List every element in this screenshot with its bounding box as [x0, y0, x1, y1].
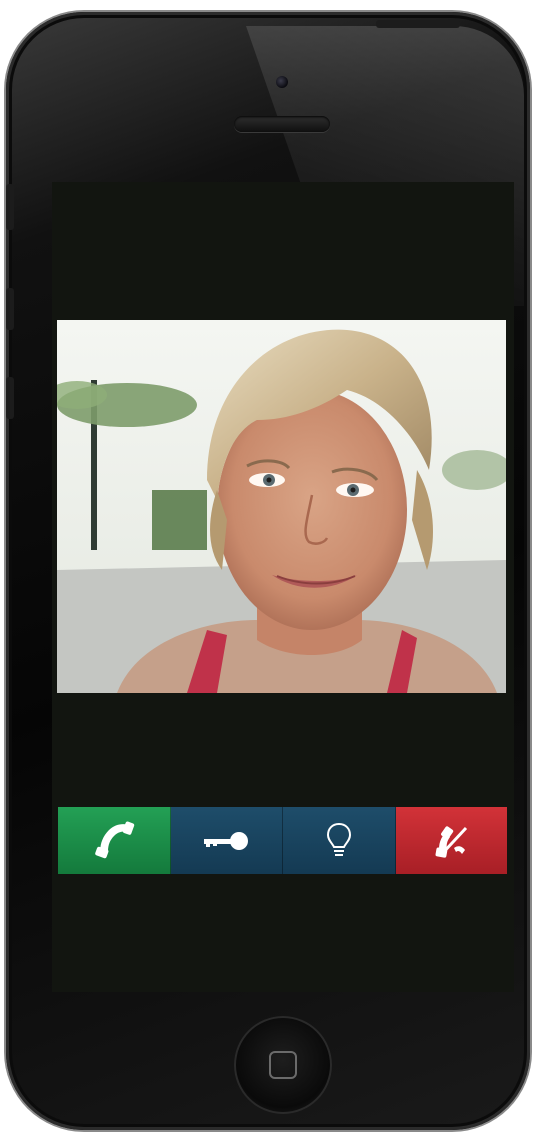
phone-hangup-icon	[435, 825, 468, 858]
light-bulb-icon	[326, 822, 351, 856]
home-button[interactable]	[234, 1016, 332, 1114]
power-button	[376, 20, 460, 28]
video-feed-image	[57, 320, 506, 693]
open-door-button[interactable]	[170, 807, 283, 874]
volume-down-button	[6, 377, 14, 419]
screen	[52, 182, 514, 992]
call-controls	[58, 807, 507, 874]
phone-frame	[6, 12, 530, 1130]
mute-switch	[6, 184, 14, 230]
key-icon	[204, 831, 249, 850]
earpiece-speaker	[234, 116, 330, 132]
answer-call-button[interactable]	[58, 807, 171, 874]
front-camera	[276, 76, 288, 88]
home-square-icon	[269, 1051, 297, 1079]
volume-up-button	[6, 288, 14, 330]
phone-answer-icon	[94, 821, 134, 858]
hang-up-button[interactable]	[395, 807, 507, 874]
light-button[interactable]	[283, 807, 396, 874]
video-feed	[57, 320, 506, 693]
